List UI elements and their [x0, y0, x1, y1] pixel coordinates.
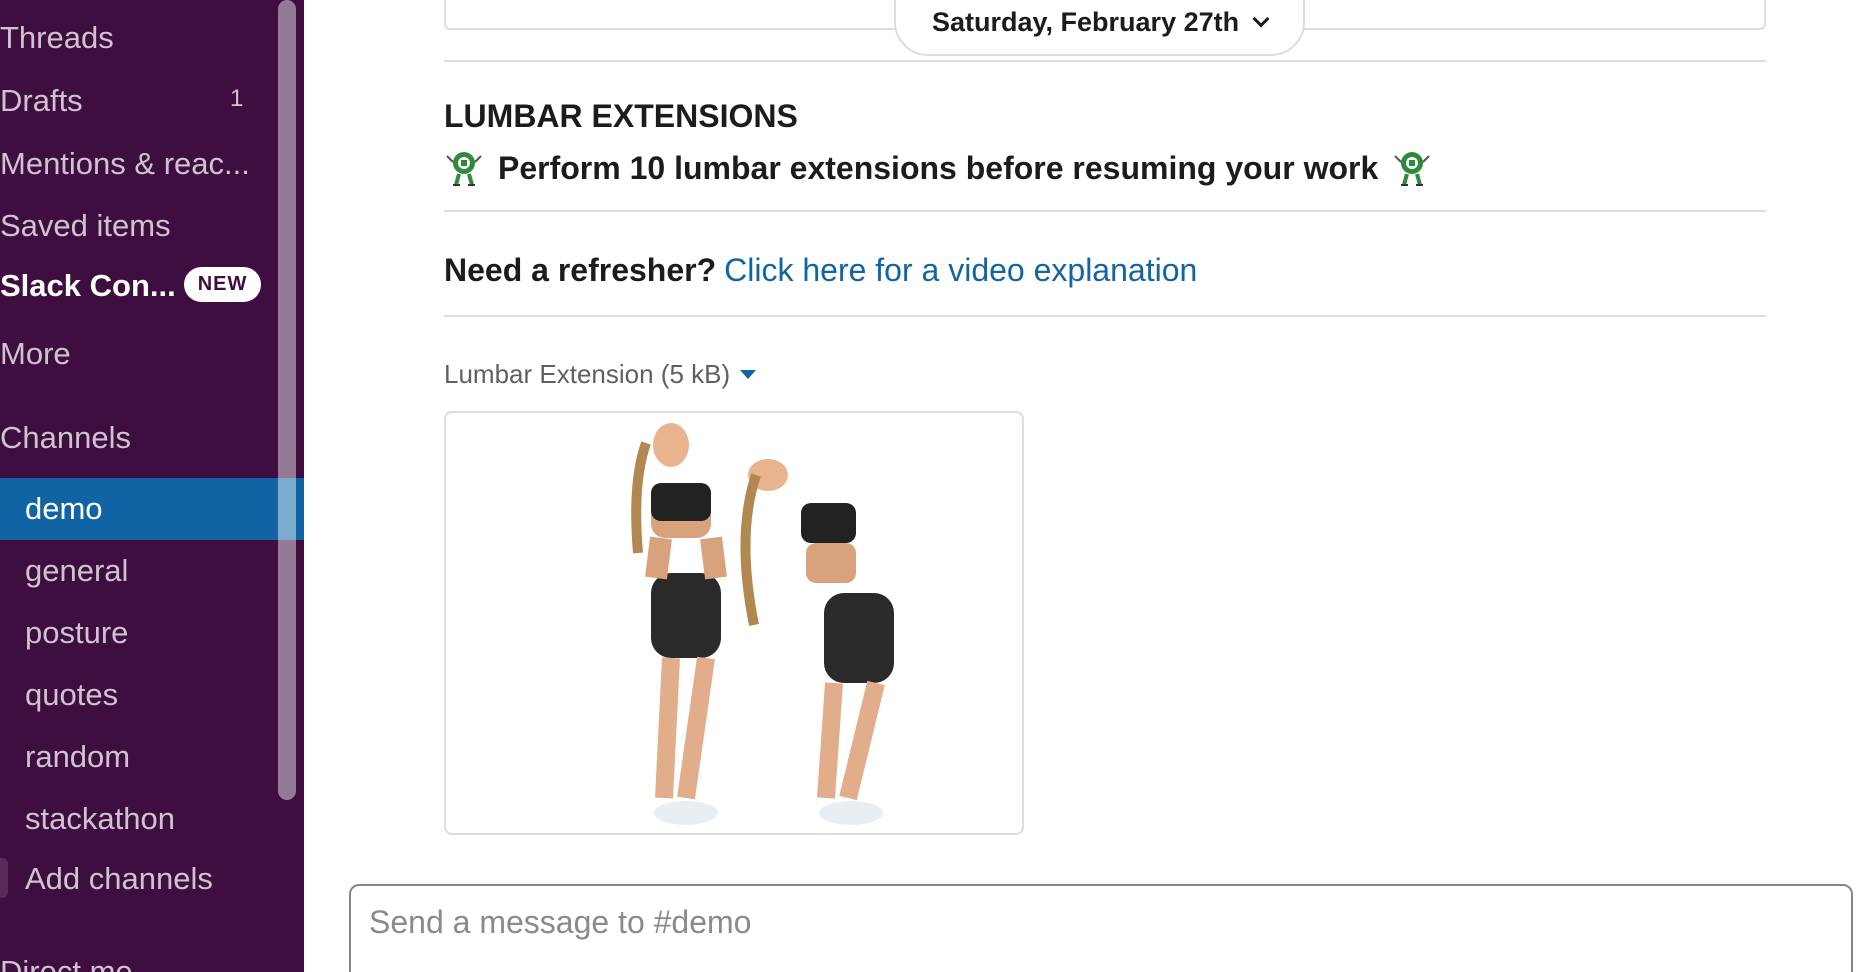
channels-header[interactable]: Channels [0, 420, 131, 456]
channel-general[interactable]: general [0, 540, 304, 602]
sidebar-item-drafts[interactable]: Drafts 1 [0, 83, 243, 119]
channel-stackathon[interactable]: stackathon [0, 788, 304, 850]
sidebar-item-saved[interactable]: Saved items [0, 208, 171, 244]
sidebar-item-threads[interactable]: Threads [0, 20, 114, 56]
sidebar: Threads Drafts 1 Mentions & reac... Saved… [0, 0, 304, 972]
figure-leaning-back [740, 459, 894, 825]
direct-messages-header[interactable]: Direct me... [0, 954, 158, 972]
add-channels-button[interactable]: Add channels [0, 848, 304, 910]
sidebar-item-label: Saved items [0, 208, 171, 243]
channel-quotes[interactable]: quotes [0, 664, 304, 726]
caret-down-icon [740, 370, 757, 379]
sidebar-scrollbar[interactable] [278, 0, 296, 800]
new-badge: NEW [183, 267, 262, 303]
channel-posture[interactable]: posture [0, 602, 304, 664]
sidebar-item-more[interactable]: More [0, 336, 71, 372]
section-divider [444, 210, 1766, 212]
section-divider [444, 315, 1766, 317]
exercise-illustration [631, 423, 894, 825]
refresher-line: Need a refresher? Click here for a video … [444, 252, 1197, 289]
video-explanation-link[interactable]: Click here for a video explanation [724, 252, 1197, 288]
lumbar-extension-image[interactable] [444, 411, 1024, 835]
mascot-emoji-icon [1394, 152, 1430, 186]
sidebar-item-label: Slack Con... [0, 268, 176, 303]
sidebar-item-label: Mentions & reac... [0, 146, 250, 181]
direct-messages-label: Direct me... [0, 954, 159, 972]
channel-demo[interactable]: demo [0, 478, 304, 540]
date-divider-button[interactable]: Saturday, February 27th [894, 0, 1306, 56]
message-input[interactable] [369, 900, 1769, 944]
sidebar-item-label: Drafts [0, 83, 83, 118]
sidebar-item-label: More [0, 336, 71, 371]
message-heading: LUMBAR EXTENSIONS [444, 98, 798, 134]
channel-random[interactable]: random [0, 726, 304, 788]
channels-header-label: Channels [0, 420, 131, 455]
sidebar-item-label: Threads [0, 20, 114, 55]
file-name-toggle[interactable]: Lumbar Extension (5 kB) [444, 359, 757, 390]
chevron-down-icon [1252, 10, 1270, 28]
instruction-text: Perform 10 lumbar extensions before resu… [498, 149, 1379, 186]
mascot-emoji-icon [446, 152, 482, 186]
figure-standing [631, 423, 727, 825]
message-pane: Saturday, February 27th LUMBAR EXTENSION… [304, 0, 1858, 972]
sidebar-item-mentions[interactable]: Mentions & reac... [0, 146, 250, 182]
drafts-count: 1 [230, 85, 244, 112]
date-label: Saturday, February 27th [932, 7, 1240, 37]
date-divider-line [444, 60, 1766, 62]
refresher-label: Need a refresher? [444, 252, 717, 288]
sidebar-item-slack-connect[interactable]: Slack Con... NEW [0, 267, 262, 305]
message-instruction: Perform 10 lumbar extensions before resu… [444, 148, 1432, 188]
file-name: Lumbar Extension (5 kB) [444, 359, 731, 389]
message-composer [349, 884, 1853, 972]
